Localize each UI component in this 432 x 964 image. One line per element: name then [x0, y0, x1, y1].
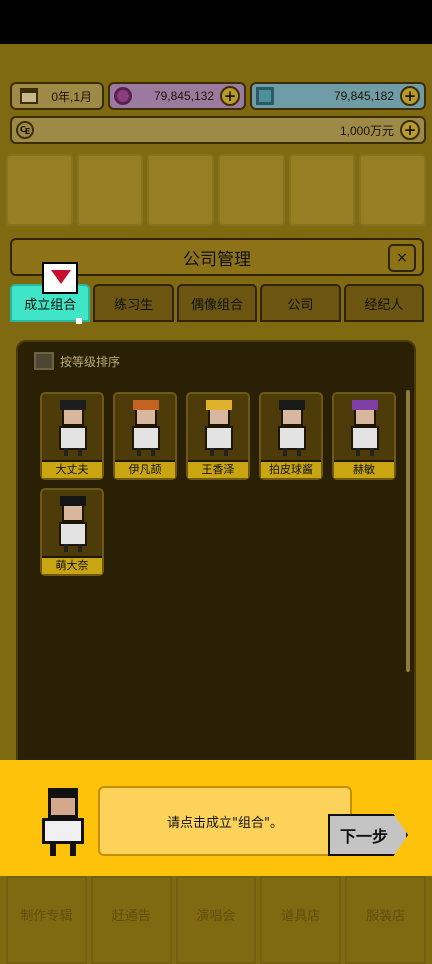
bottom-nav: 制作专辑 赶通告 演唱会 道具店 服装店 — [0, 876, 432, 964]
menu-tile — [218, 154, 285, 226]
nav-concert[interactable]: 演唱会 — [175, 876, 257, 964]
idol-avatar — [202, 400, 236, 456]
idol-name: 伊凡颉 — [115, 460, 175, 478]
idol-name: 拍皮球酱 — [261, 460, 321, 478]
idol-hair — [133, 400, 159, 410]
menu-tile — [147, 154, 215, 226]
sort-checkbox[interactable] — [34, 352, 54, 370]
diamond-counter: 79,845,182 + — [250, 82, 426, 110]
diamond-value: 79,845,182 — [333, 89, 394, 103]
tutorial-message: 请点击成立"组合"。 — [98, 786, 352, 856]
tab-company[interactable]: 公司 — [260, 284, 341, 322]
gem-counter: 79,845,132 + — [108, 82, 246, 110]
scrollbar[interactable] — [406, 390, 410, 672]
idol-body — [59, 522, 87, 546]
tutorial-pointer-icon — [42, 262, 78, 294]
idol-hair — [206, 400, 232, 410]
idol-body — [59, 426, 87, 450]
nav-make-album[interactable]: 制作专辑 — [6, 876, 87, 964]
idol-card[interactable]: 王香泽 — [186, 392, 250, 480]
gem-icon — [114, 87, 132, 105]
idol-legs — [64, 448, 82, 456]
idol-hair — [60, 496, 86, 506]
tutor-head — [48, 788, 78, 818]
money-counter: ₠ 1,000万元 + — [10, 116, 426, 144]
idol-legs — [210, 448, 228, 456]
menu-tile — [6, 154, 73, 226]
idol-body — [205, 426, 233, 450]
close-button[interactable]: × — [388, 244, 416, 272]
tab-trainees[interactable]: 练习生 — [93, 284, 174, 322]
nav-clothing-shop[interactable]: 服装店 — [345, 876, 426, 964]
menu-tile — [359, 154, 427, 226]
tab-agents[interactable]: 经纪人 — [343, 284, 425, 322]
idol-card[interactable]: 大丈夫 — [40, 392, 104, 480]
sparkle-icon — [76, 318, 82, 324]
status-bar — [0, 0, 432, 44]
next-step-button[interactable]: 下一步 — [328, 814, 408, 856]
idol-hair — [60, 400, 86, 410]
date-value: 0年,1月 — [51, 89, 92, 104]
idol-avatar — [56, 400, 90, 456]
idol-legs — [64, 544, 82, 552]
idol-avatar — [129, 400, 163, 456]
sort-label: 按等级排序 — [60, 354, 121, 369]
add-money-button[interactable]: + — [400, 120, 420, 140]
idol-body — [351, 426, 379, 450]
idol-avatar — [348, 400, 382, 456]
date-display: 0年,1月 — [10, 82, 104, 110]
diamond-icon — [256, 87, 274, 105]
idol-avatar — [56, 496, 90, 552]
top-menu-dimmed — [6, 154, 427, 226]
idol-card[interactable]: 萌大奈 — [40, 488, 104, 576]
idol-legs — [137, 448, 155, 456]
add-gems-button[interactable]: + — [220, 86, 240, 106]
dialog-title: 公司管理 — [183, 249, 251, 270]
menu-tile — [288, 154, 356, 226]
idol-card[interactable]: 赫敏 — [332, 392, 396, 480]
idol-name: 赫敏 — [334, 460, 394, 478]
idol-hair — [352, 400, 378, 410]
idol-body — [132, 426, 160, 450]
menu-tile — [76, 154, 144, 226]
company-management-dialog: 公司管理 × 成立组合 练习生 偶像组合 公司 经纪人 按等级排序 大丈夫 伊凡颉… — [8, 238, 425, 780]
add-diamonds-button[interactable]: + — [400, 86, 420, 106]
tutor-body — [42, 818, 84, 844]
idol-avatar — [275, 400, 309, 456]
nav-item-shop[interactable]: 道具店 — [260, 876, 342, 964]
tutorial-banner: 请点击成立"组合"。 下一步 — [0, 760, 432, 876]
gem-value: 79,845,132 — [153, 89, 214, 103]
idol-name: 萌大奈 — [42, 556, 102, 574]
tab-idol-groups[interactable]: 偶像组合 — [176, 284, 258, 322]
tutor-character — [36, 788, 92, 858]
idol-name: 王香泽 — [188, 460, 248, 478]
idol-body — [278, 426, 306, 450]
sort-toggle[interactable]: 按等级排序 — [34, 352, 120, 370]
coin-icon: ₠ — [16, 121, 34, 139]
nav-announcements[interactable]: 赶通告 — [90, 876, 172, 964]
idol-name: 大丈夫 — [42, 460, 102, 478]
idol-legs — [283, 448, 301, 456]
idol-legs — [356, 448, 374, 456]
idol-card[interactable]: 拍皮球酱 — [259, 392, 323, 480]
money-value: 1,000万元 — [339, 123, 394, 138]
idol-card[interactable]: 伊凡颉 — [113, 392, 177, 480]
tutor-legs — [50, 842, 76, 856]
calendar-icon — [20, 88, 38, 104]
idol-hair — [279, 400, 305, 410]
trainee-panel: 按等级排序 大丈夫 伊凡颉 王香泽 拍皮球酱 赫敏萌大奈 — [16, 340, 416, 780]
